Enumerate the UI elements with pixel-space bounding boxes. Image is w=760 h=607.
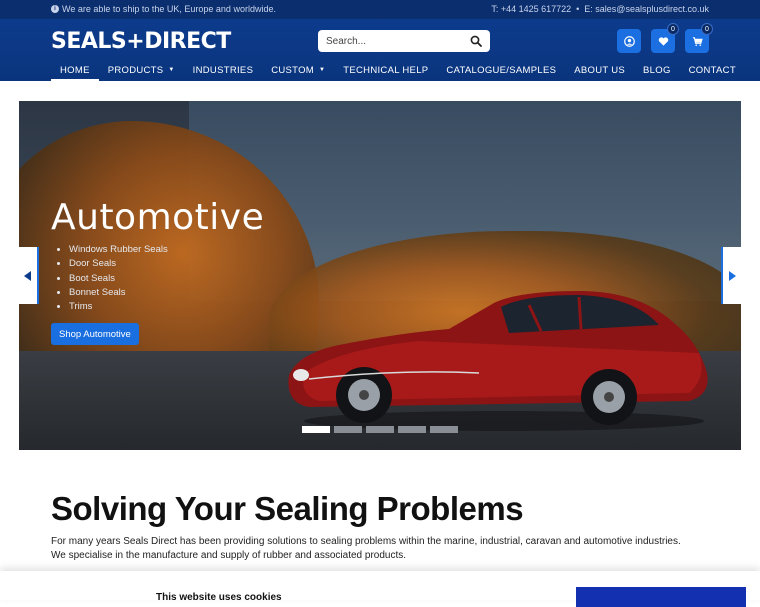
user-icon [623,35,635,47]
classic-car-image [288,291,708,431]
nav-label: TECHNICAL HELP [343,64,429,76]
nav-item-products[interactable]: PRODUCTS ▼ [99,59,184,81]
contact-separator: • [576,4,580,14]
slide-indicator[interactable] [334,426,362,433]
section-title: Solving Your Sealing Problems [51,490,524,527]
slide-indicator[interactable] [430,426,458,433]
caret-down-icon: ▼ [319,67,326,73]
caret-down-icon: ▼ [168,67,175,73]
intro-line: For many years Seals Direct has been pro… [51,536,681,547]
nav-label: CATALOGUE/SAMPLES [446,64,557,76]
list-item: Bonnet Seals [69,286,168,300]
arrow-right-icon [729,270,736,281]
cart-count-badge: 0 [701,23,713,35]
nav-item-catalogue-samples[interactable]: CATALOGUE/SAMPLES [437,59,565,81]
account-button[interactable] [617,29,641,53]
nav-item-about-us[interactable]: ABOUT US [565,59,634,81]
nav-item-home[interactable]: HOME [51,59,99,81]
nav-item-industries[interactable]: INDUSTRIES [184,59,263,81]
arrow-left-icon [24,270,31,281]
slider-prev-button[interactable] [19,247,39,304]
nav-item-technical-help[interactable]: TECHNICAL HELP [334,59,437,81]
wishlist-button[interactable]: 0 [651,23,679,53]
slide-indicator[interactable] [366,426,394,433]
nav-item-blog[interactable]: BLOG [634,59,680,81]
list-item: Windows Rubber Seals [69,243,168,257]
nav-label: BLOG [643,64,671,76]
site-header: SEALS+DIRECT 0 0 HOME PRODUCTS▼ IND [0,19,760,81]
shipping-text: We are able to ship to the UK, Europe an… [62,4,276,14]
cookie-banner: This website uses cookies [0,571,760,607]
slide-indicator[interactable] [398,426,426,433]
search-input[interactable] [326,33,466,49]
top-bar: i We are able to ship to the UK, Europe … [0,0,760,19]
list-item: Trims [69,300,168,314]
slide-indicator[interactable] [302,426,330,433]
nav-item-contact[interactable]: CONTACT [680,59,745,81]
main-nav: HOME PRODUCTS ▼ INDUSTRIES CUSTOM ▼ TECHNI… [51,59,736,81]
list-item: Door Seals [69,257,168,271]
nav-label: CUSTOM [271,64,315,76]
cart-button[interactable]: 0 [685,23,713,53]
cookie-accept-button[interactable] [576,587,746,607]
slider-next-button[interactable] [721,247,741,304]
cart-icon [692,36,703,46]
cookie-title: This website uses cookies [156,592,282,603]
info-icon: i [51,5,59,13]
contact-info: T: +44 1425 617722 • E: sales@sealsplusd… [491,4,709,14]
nav-label: INDUSTRIES [192,64,254,76]
nav-label: ABOUT US [574,64,626,76]
nav-label: CONTACT [688,64,736,76]
site-logo[interactable]: SEALS+DIRECT [51,29,231,54]
intro-paragraph: For many years Seals Direct has been pro… [51,535,681,563]
nav-label: PRODUCTS [107,64,164,76]
heart-icon [658,36,668,46]
nav-item-custom[interactable]: CUSTOM ▼ [262,59,334,81]
hero-title: Automotive [51,197,265,238]
phone-link[interactable]: T: +44 1425 617722 [491,4,571,14]
intro-line: We specialise in the manufacture and sup… [51,550,407,561]
email-link[interactable]: E: sales@sealsplusdirect.co.uk [584,4,709,14]
search-icon[interactable] [470,35,482,47]
nav-label: HOME [60,64,90,76]
hero-feature-list: Windows Rubber Seals Door Seals Boot Sea… [69,243,168,314]
slider-indicators [302,426,458,433]
list-item: Boot Seals [69,272,168,286]
wishlist-count-badge: 0 [667,23,679,35]
hero-slider: Automotive Windows Rubber Seals Door Sea… [19,101,741,450]
search-box [318,30,490,52]
shop-automotive-button[interactable]: Shop Automotive [51,323,139,345]
shipping-info: i We are able to ship to the UK, Europe … [51,4,276,14]
